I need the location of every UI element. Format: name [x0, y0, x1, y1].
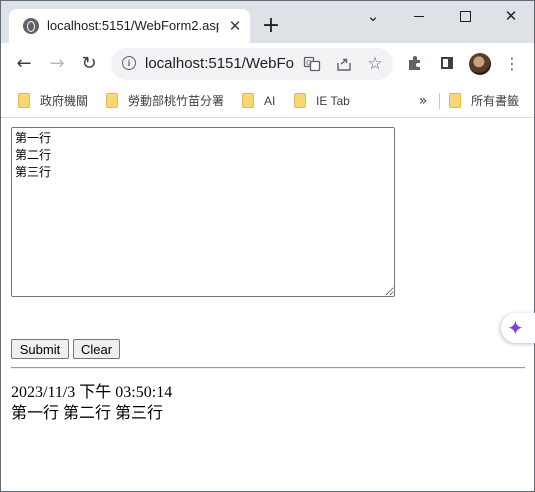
horizontal-rule — [11, 367, 525, 369]
profile-avatar[interactable] — [469, 53, 491, 75]
bookmark-folder-all[interactable]: 所有書籤 — [449, 92, 529, 110]
browser-toolbar: ← → ↻ i localhost:5151/WebForm2.aspx G ☆ — [1, 43, 534, 85]
url-text[interactable]: localhost:5151/WebForm2.aspx — [145, 55, 295, 73]
sparkle-icon: ✦ — [507, 316, 524, 340]
folder-icon — [449, 93, 461, 108]
address-bar[interactable]: i localhost:5151/WebForm2.aspx G ☆ — [111, 48, 393, 80]
bookmarks-bar: 政府機關 勞動部桃竹苗分署 AI IE Tab » 所有書籤 — [1, 85, 534, 118]
bookmark-folder-ai[interactable]: AI — [242, 92, 282, 110]
bookmark-star-icon[interactable]: ☆ — [366, 55, 384, 73]
tab-active[interactable]: localhost:5151/WebForm2.aspx ✕ — [9, 9, 250, 43]
submit-button[interactable]: Submit — [11, 339, 69, 359]
extensions-puzzle-icon[interactable] — [405, 54, 425, 74]
share-icon[interactable] — [335, 55, 353, 73]
page-content: 第一行 第二行 第三行 Submit Clear 2023/11/3 下午 03… — [1, 118, 535, 491]
bookmarks-overflow-icon[interactable]: » — [415, 92, 431, 110]
tab-close-icon[interactable]: ✕ — [226, 17, 244, 35]
site-info-icon[interactable]: i — [122, 56, 136, 70]
clear-button[interactable]: Clear — [73, 339, 120, 359]
bookmark-folder-ietab[interactable]: IE Tab — [294, 92, 364, 110]
tab-strip: localhost:5151/WebForm2.aspx ✕ + ⌄ ✕ — [1, 1, 534, 43]
back-arrow-icon[interactable]: ← — [11, 51, 37, 77]
maximize-button[interactable] — [442, 5, 488, 29]
folder-icon — [106, 93, 118, 108]
kebab-menu-icon[interactable]: ⋮ — [502, 54, 522, 74]
ai-sparkle-button[interactable]: ✦ — [501, 313, 535, 343]
reload-icon[interactable]: ↻ — [76, 51, 102, 77]
tab-search-chevron-icon[interactable]: ⌄ — [350, 5, 396, 29]
bookmark-folder-government[interactable]: 政府機關 — [18, 92, 98, 110]
tab-title: localhost:5151/WebForm2.aspx — [47, 18, 219, 33]
result-label: 第一行 第二行 第三行 — [11, 405, 164, 422]
new-tab-button[interactable]: + — [259, 15, 283, 39]
svg-text:G: G — [306, 60, 311, 67]
translate-icon[interactable]: G — [303, 55, 321, 73]
folder-icon — [18, 93, 30, 108]
browser-window: localhost:5151/WebForm2.aspx ✕ + ⌄ ✕ ← →… — [0, 0, 535, 492]
folder-icon — [294, 93, 306, 108]
multiline-textarea[interactable]: 第一行 第二行 第三行 — [11, 127, 395, 297]
bookmark-folder-labor[interactable]: 勞動部桃竹苗分署 — [106, 92, 236, 110]
timestamp-label: 2023/11/3 下午 03:50:14 — [11, 384, 173, 401]
side-panel-icon[interactable] — [438, 54, 458, 74]
forward-arrow-icon[interactable]: → — [44, 51, 70, 77]
bookmarks-divider — [439, 93, 440, 109]
folder-icon — [242, 93, 254, 108]
close-window-button[interactable]: ✕ — [488, 5, 534, 29]
minimize-button[interactable] — [396, 5, 442, 29]
globe-icon — [23, 18, 39, 34]
